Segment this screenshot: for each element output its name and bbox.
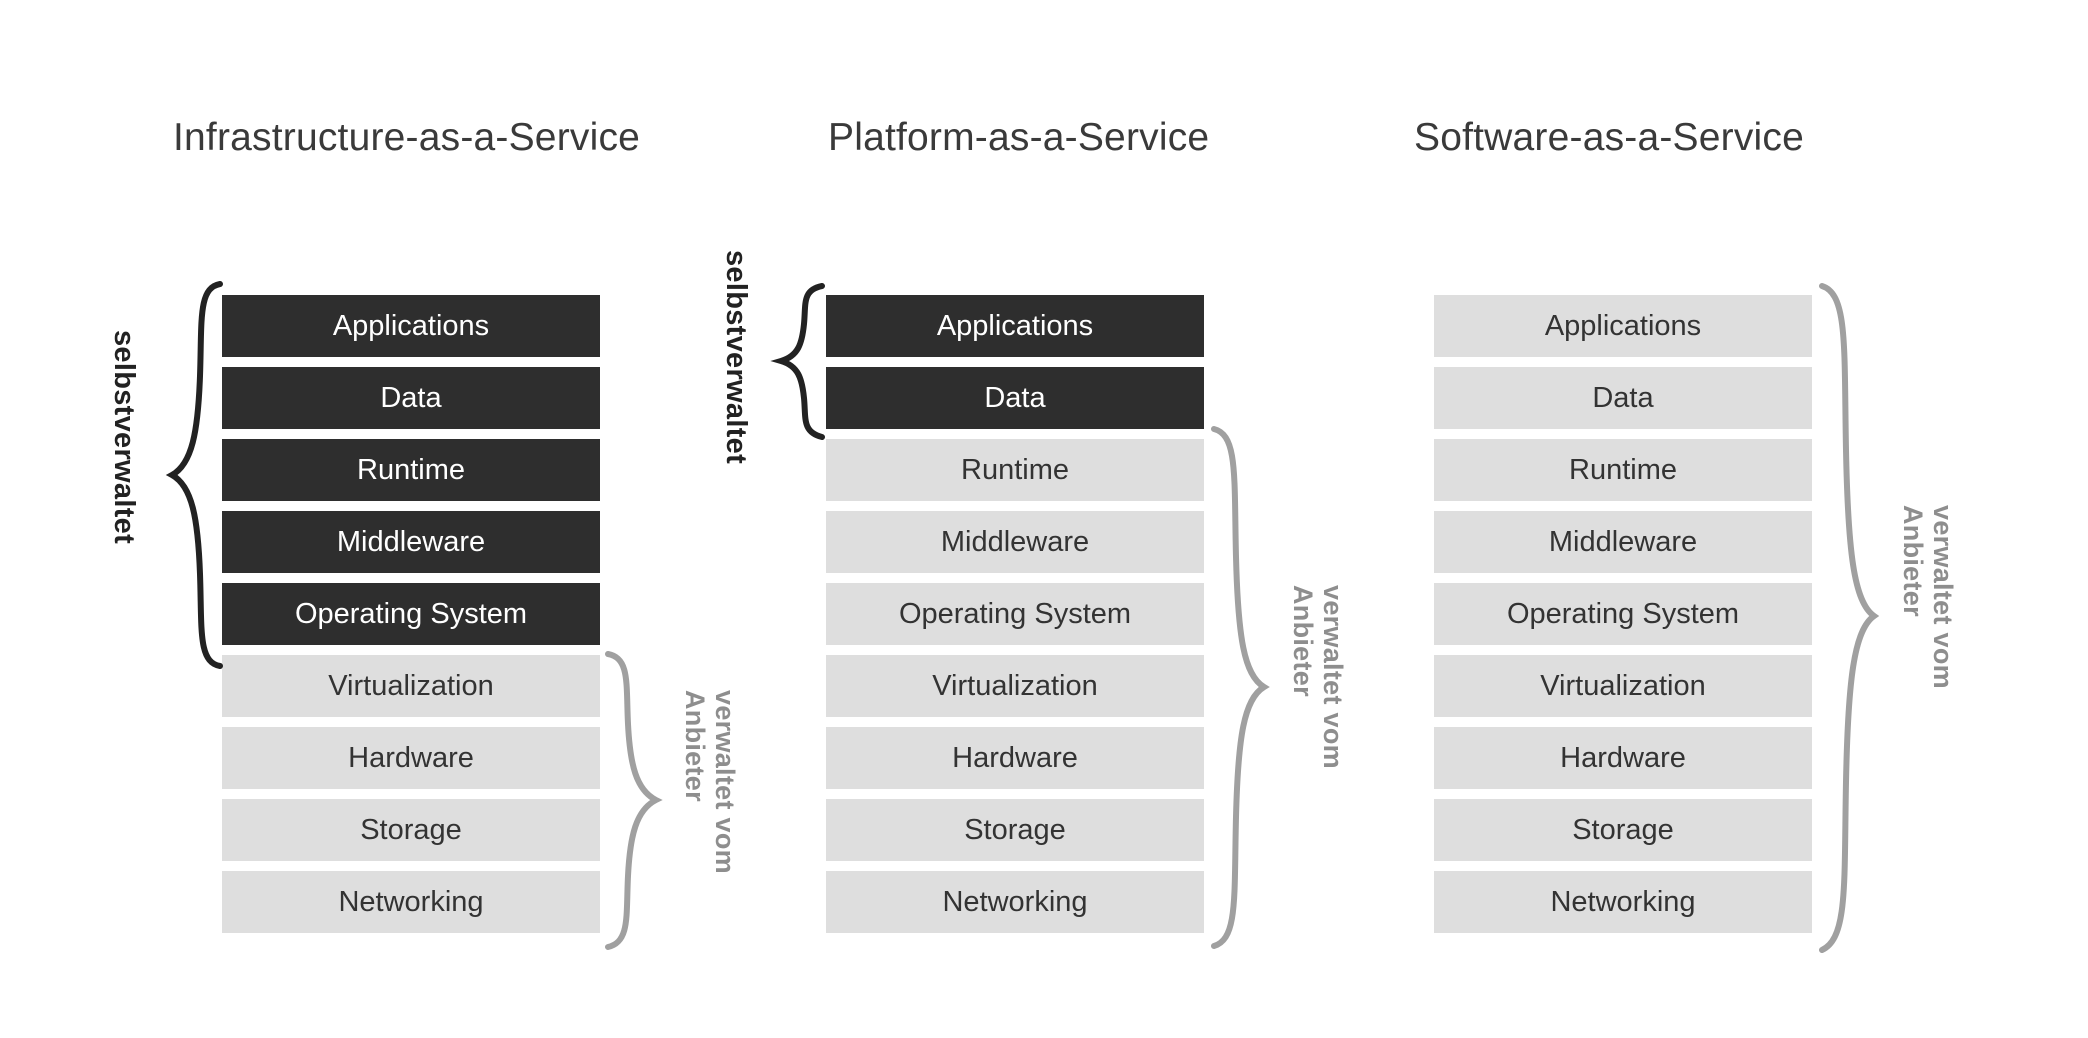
layer-label: Applications [936,309,1094,342]
layer-block[interactable]: Data [826,367,1204,429]
layer-block[interactable]: Storage [222,799,600,861]
provider-managed-label-paas: verwaltet vom Anbieter [1288,585,1348,769]
layer-label: Data [380,381,442,414]
self-managed-label-text: selbstverwaltet [108,330,140,545]
layer-block[interactable]: Virtualization [1434,655,1812,717]
layer-label: Operating System [898,597,1132,630]
layer-block[interactable]: Applications [222,295,600,357]
layer-block[interactable]: Networking [1434,871,1812,933]
layer-block[interactable]: Hardware [1434,727,1812,789]
self-managed-brace-paas [770,282,826,442]
layer-label: Storage [964,813,1066,846]
layer-label: Applications [1544,309,1702,342]
layer-stack-paas: Applications Data Runtime Middleware Ope… [826,295,1204,933]
layer-block[interactable]: Operating System [826,583,1204,645]
column-title-paas: Platform-as-a-Service [828,116,1210,159]
layer-label: Virtualization [932,669,1098,702]
layer-block[interactable]: Networking [222,871,600,933]
self-managed-label-paas: selbstverwaltet [720,250,752,464]
layer-label: Virtualization [328,669,494,702]
provider-managed-label-line2: Anbieter [1287,585,1318,697]
provider-managed-brace-saas [1818,282,1880,958]
layer-block[interactable]: Middleware [826,511,1204,573]
layer-block[interactable]: Middleware [222,511,600,573]
provider-managed-brace-iaas [604,650,663,952]
self-managed-label-iaas: selbstverwaltet [108,330,140,544]
layer-block[interactable]: Runtime [222,439,600,501]
layer-label: Applications [332,309,490,342]
layer-block[interactable]: Applications [1434,295,1812,357]
diagram-canvas: Infrastructure-as-a-Service Platform-as-… [0,0,2088,1038]
layer-label: Runtime [357,453,465,486]
layer-label: Middleware [336,525,486,558]
layer-block[interactable]: Virtualization [826,655,1204,717]
layer-label: Middleware [940,525,1090,558]
layer-block[interactable]: Storage [826,799,1204,861]
provider-managed-label-iaas: verwaltet vom Anbieter [680,690,740,874]
layer-block[interactable]: Data [1434,367,1812,429]
self-managed-label-text: selbstverwaltet [720,250,752,465]
layer-block[interactable]: Runtime [1434,439,1812,501]
layer-label: Runtime [1569,453,1677,486]
column-title-saas: Software-as-a-Service [1414,116,1804,159]
layer-block[interactable]: Applications [826,295,1204,357]
provider-managed-label-line1: verwaltet vom [1928,505,1958,689]
layer-block[interactable]: Operating System [222,583,600,645]
layer-block[interactable]: Virtualization [222,655,600,717]
layer-label: Operating System [294,597,528,630]
layer-block[interactable]: Hardware [826,727,1204,789]
layer-block[interactable]: Data [222,367,600,429]
layer-label: Hardware [1560,741,1686,774]
layer-block[interactable]: Hardware [222,727,600,789]
layer-label: Networking [1550,885,1696,918]
provider-managed-label-saas: verwaltet vom Anbieter [1898,505,1958,689]
layer-label: Hardware [952,741,1078,774]
layer-label: Storage [1572,813,1674,846]
provider-managed-label-line1: verwaltet vom [710,690,740,874]
layer-label: Hardware [348,741,474,774]
layer-label: Operating System [1506,597,1740,630]
layer-block[interactable]: Operating System [1434,583,1812,645]
provider-managed-label-line2: Anbieter [1897,505,1928,617]
layer-label: Data [984,381,1046,414]
layer-stack-saas: Applications Data Runtime Middleware Ope… [1434,295,1812,933]
provider-managed-label-line1: verwaltet vom [1318,585,1348,769]
layer-label: Runtime [961,453,1069,486]
layer-block[interactable]: Runtime [826,439,1204,501]
layer-label: Storage [360,813,462,846]
self-managed-brace-iaas [165,280,224,670]
layer-label: Middleware [1548,525,1698,558]
layer-block[interactable]: Networking [826,871,1204,933]
layer-block[interactable]: Storage [1434,799,1812,861]
layer-block[interactable]: Middleware [1434,511,1812,573]
provider-managed-brace-paas [1210,425,1270,953]
layer-stack-iaas: Applications Data Runtime Middleware Ope… [222,295,600,933]
provider-managed-label-line2: Anbieter [679,690,710,802]
layer-label: Virtualization [1540,669,1706,702]
layer-label: Networking [942,885,1088,918]
column-title-iaas: Infrastructure-as-a-Service [173,116,641,159]
layer-label: Data [1592,381,1654,414]
layer-label: Networking [338,885,484,918]
